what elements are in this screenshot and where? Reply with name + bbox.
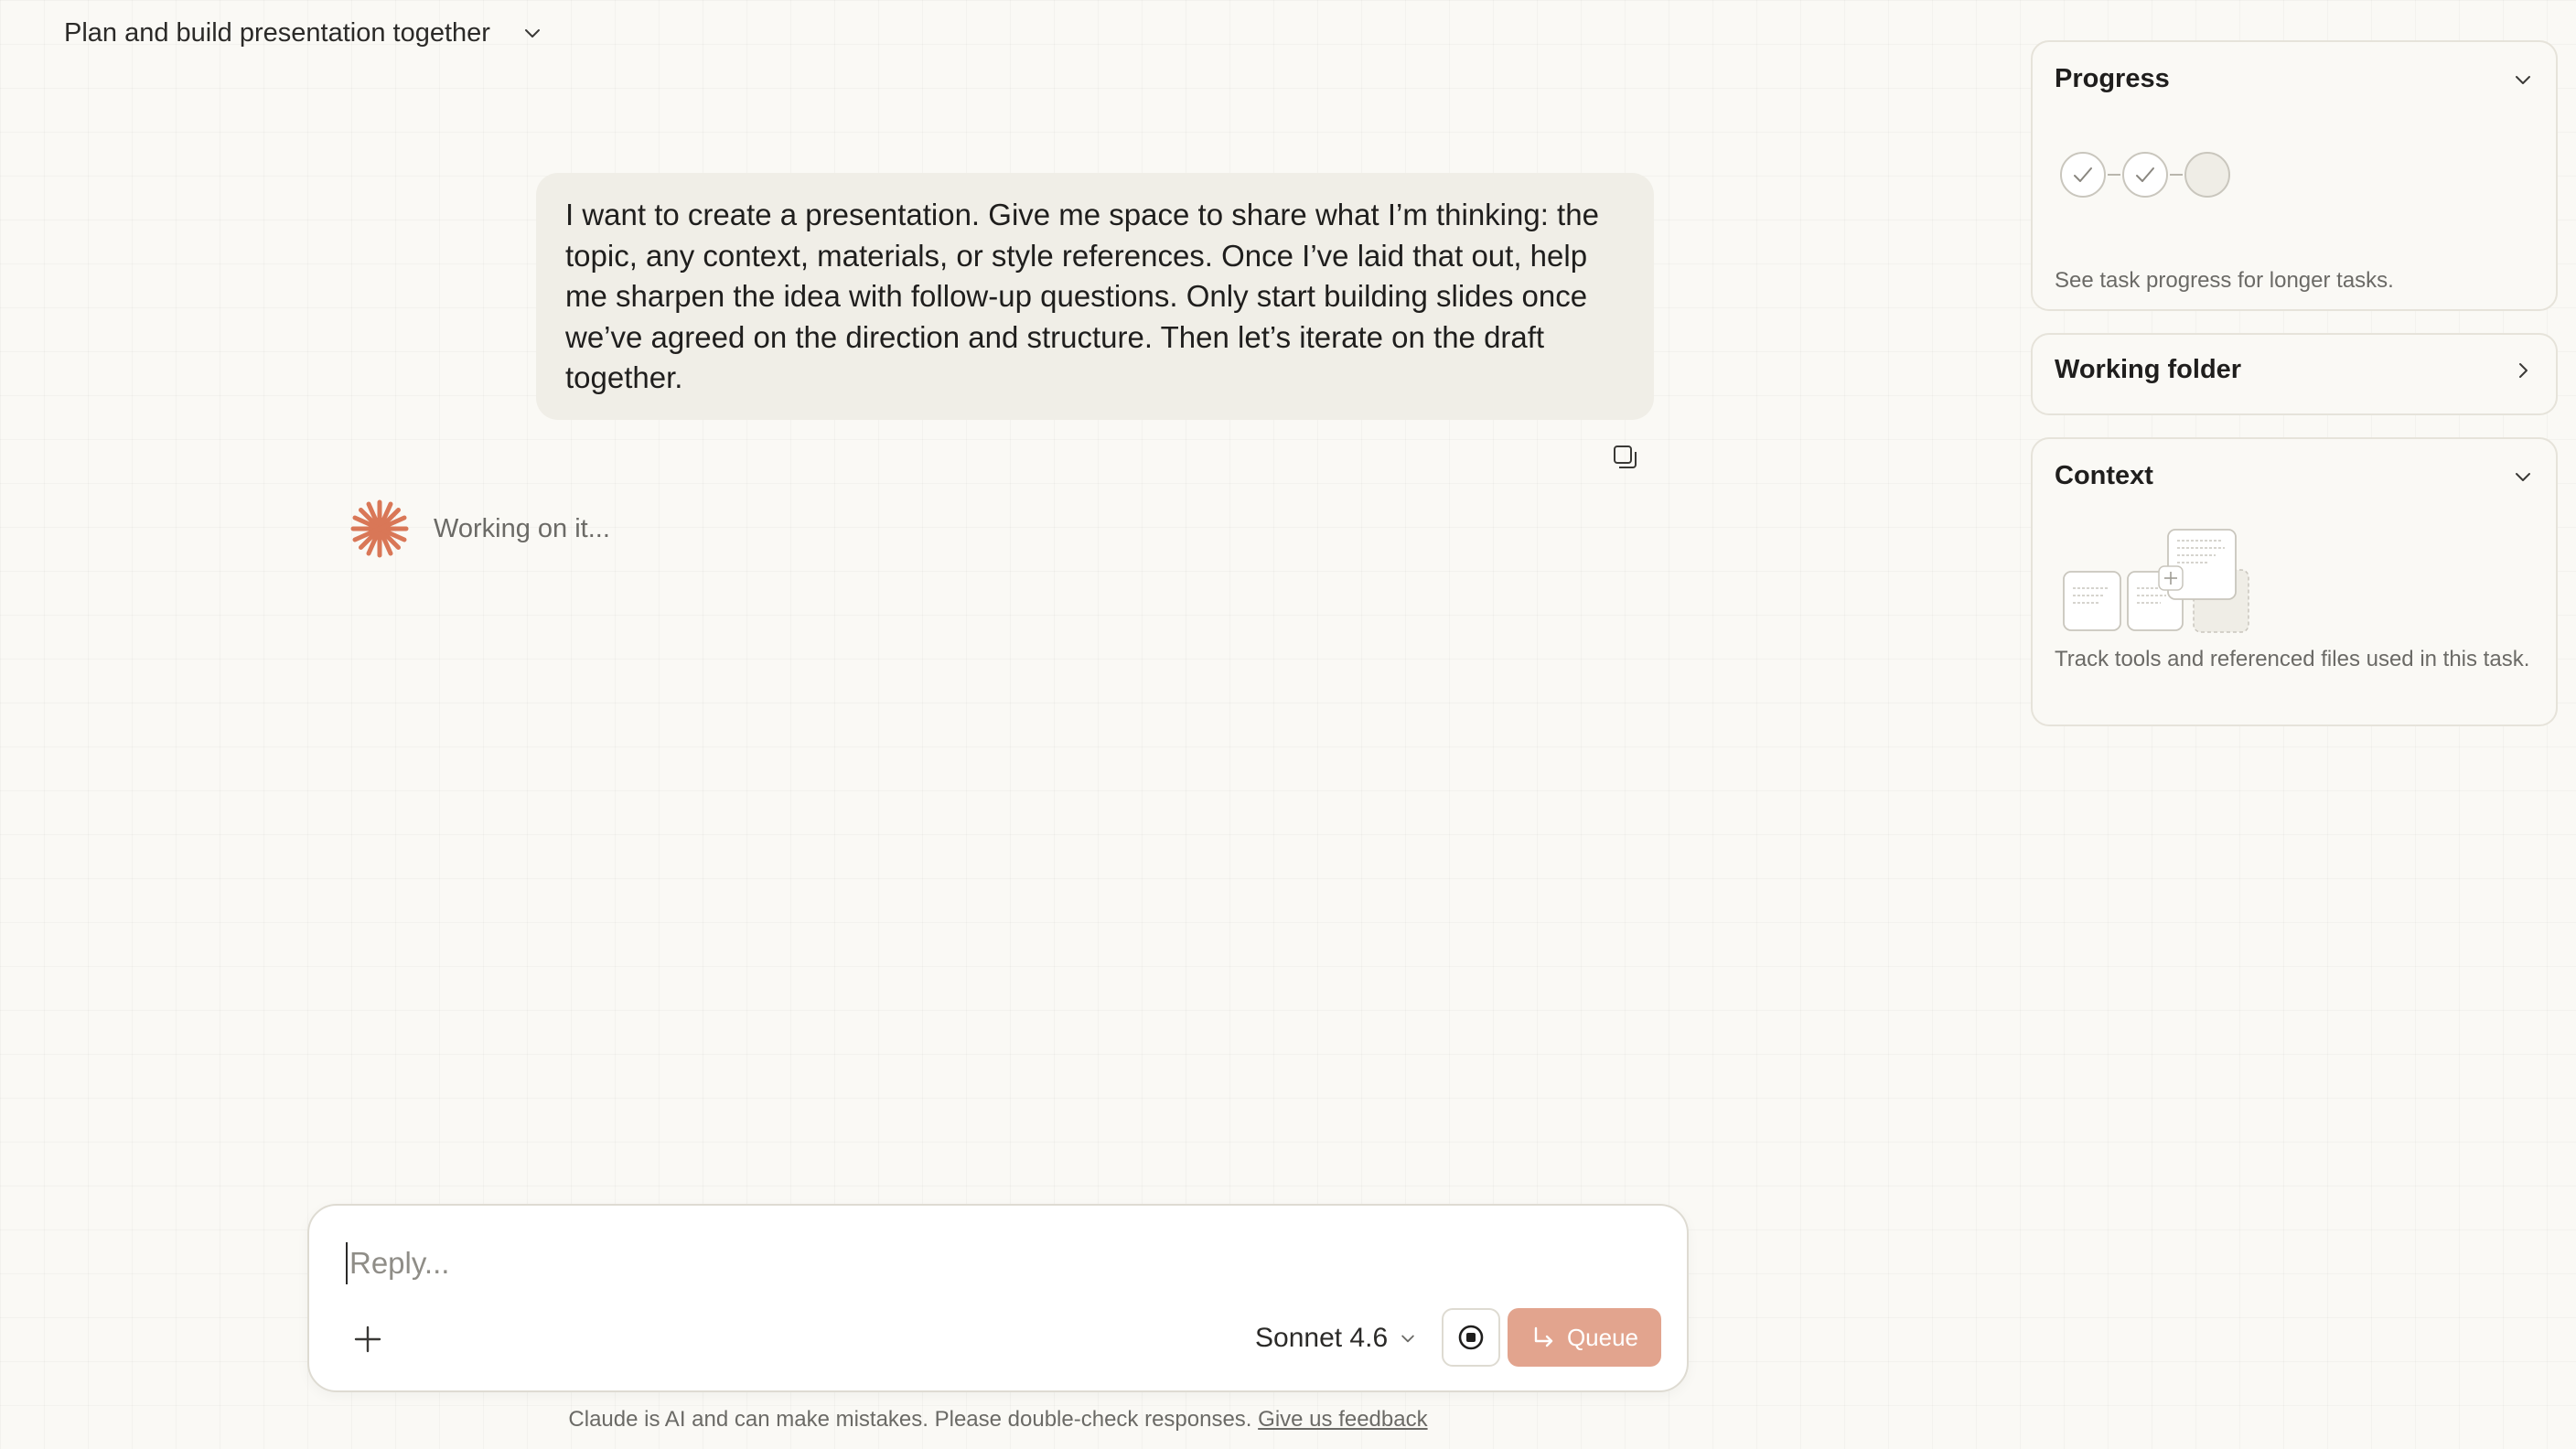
context-title: Context — [2055, 461, 2153, 490]
working-folder-card[interactable]: Working folder — [2031, 333, 2558, 415]
claude-spark-icon — [350, 499, 409, 558]
chevron-down-icon — [524, 29, 540, 38]
progress-description: See task progress for longer tasks. — [2055, 268, 2394, 293]
model-name: Sonnet 4.6 — [1255, 1323, 1389, 1353]
context-files-illustration — [2063, 529, 2249, 633]
disclaimer-text: Claude is AI and can make mistakes. Plea… — [568, 1407, 1252, 1432]
assistant-status-text: Working on it... — [434, 513, 610, 543]
copy-icon — [1614, 445, 1637, 468]
queue-button[interactable]: Queue — [1508, 1308, 1661, 1367]
conversation-title: Plan and build presentation together — [64, 17, 490, 48]
progress-step-done — [2122, 152, 2168, 198]
progress-step-done — [2060, 152, 2106, 198]
reply-composer: Sonnet 4.6 Queue — [307, 1204, 1689, 1392]
progress-step-pending — [2184, 152, 2230, 198]
progress-card-header[interactable]: Progress — [2055, 64, 2534, 94]
progress-title: Progress — [2055, 64, 2170, 93]
conversation-title-dropdown[interactable]: Plan and build presentation together — [64, 13, 543, 53]
chevron-down-icon — [1401, 1335, 1414, 1343]
plus-icon — [354, 1326, 381, 1353]
corner-down-right-icon — [1534, 1326, 1553, 1347]
progress-connector — [2108, 174, 2120, 176]
footer-disclaimer: Claude is AI and can make mistakes. Plea… — [0, 1407, 1996, 1433]
model-selector[interactable]: Sonnet 4.6 — [1255, 1315, 1417, 1361]
context-card-header[interactable]: Context — [2055, 461, 2534, 491]
working-folder-header[interactable]: Working folder — [2055, 355, 2534, 385]
app-window: Plan and build presentation together I w… — [0, 0, 2576, 1449]
user-message: I want to create a presentation. Give me… — [536, 173, 1654, 420]
assistant-working-indicator: Working on it... — [349, 499, 610, 559]
stop-button[interactable] — [1442, 1308, 1500, 1367]
add-attachment-button[interactable] — [346, 1317, 390, 1361]
copy-message-button[interactable] — [1610, 443, 1639, 472]
chevron-right-icon — [2519, 362, 2528, 378]
progress-connector — [2170, 174, 2183, 176]
check-icon — [2136, 167, 2154, 182]
context-card: Context Track tools and referenced files… — [2031, 437, 2558, 726]
progress-steps — [2060, 152, 2230, 198]
check-icon — [2074, 167, 2092, 182]
queue-label: Queue — [1566, 1323, 1639, 1351]
working-folder-title: Working folder — [2055, 355, 2242, 384]
chevron-down-icon — [2516, 75, 2530, 84]
chevron-down-icon — [2516, 472, 2530, 481]
context-description: Track tools and referenced files used in… — [2055, 647, 2530, 671]
stop-icon — [1458, 1325, 1484, 1350]
feedback-link[interactable]: Give us feedback — [1258, 1407, 1427, 1432]
progress-card: Progress See task progress for longer ta… — [2031, 40, 2558, 311]
reply-input[interactable] — [346, 1242, 1632, 1284]
